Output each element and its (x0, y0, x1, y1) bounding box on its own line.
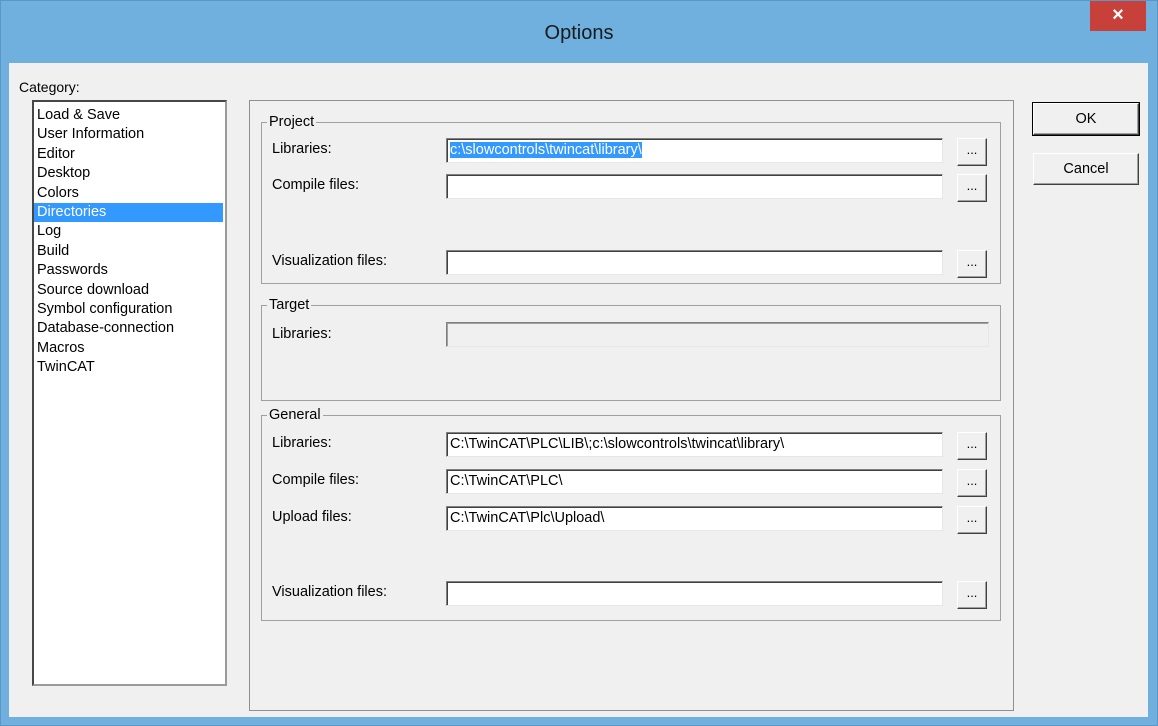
target-legend: Target (269, 297, 310, 313)
general-visualization-label: Visualization files: (272, 584, 387, 600)
target-libraries-input (446, 322, 989, 347)
category-item-twincat[interactable]: TwinCAT (34, 358, 223, 377)
project-libraries-value: c:\slowcontrols\twincat\library\ (450, 142, 642, 158)
category-label: Category: (19, 79, 80, 95)
general-legend: General (269, 407, 321, 423)
ok-button[interactable]: OK (1032, 102, 1140, 136)
project-compile-label: Compile files: (272, 177, 360, 193)
project-libraries-browse-button[interactable]: ... (957, 138, 987, 166)
target-group: Target (261, 297, 1001, 401)
category-item-symbol-configuration[interactable]: Symbol configuration (34, 300, 223, 319)
options-dialog: Options × Category: Load & Save User Inf… (0, 0, 1158, 726)
category-item-source-download[interactable]: Source download (34, 281, 223, 300)
general-libraries-input[interactable]: C:\TwinCAT\PLC\LIB\;c:\slowcontrols\twin… (446, 432, 943, 457)
close-icon[interactable]: × (1090, 1, 1146, 31)
project-libraries-label: Libraries: (272, 141, 332, 157)
directories-panel: Project Libraries: c:\slowcontrols\twinc… (249, 100, 1014, 711)
dialog-title: Options (544, 22, 614, 44)
category-item-passwords[interactable]: Passwords (34, 261, 223, 280)
general-compile-browse-button[interactable]: ... (957, 469, 987, 497)
dialog-client-area: Category: Load & Save User Information E… (9, 63, 1148, 717)
category-item-load-save[interactable]: Load & Save (34, 106, 223, 125)
general-libraries-label: Libraries: (272, 435, 332, 451)
general-upload-input[interactable]: C:\TwinCAT\Plc\Upload\ (446, 506, 943, 531)
general-upload-browse-button[interactable]: ... (957, 506, 987, 534)
category-item-database-connection[interactable]: Database-connection (34, 319, 223, 338)
project-visualization-browse-button[interactable]: ... (957, 250, 987, 278)
target-libraries-label: Libraries: (272, 326, 332, 342)
project-libraries-input[interactable]: c:\slowcontrols\twincat\library\ (446, 138, 943, 163)
general-libraries-browse-button[interactable]: ... (957, 432, 987, 460)
category-item-macros[interactable]: Macros (34, 339, 223, 358)
category-item-editor[interactable]: Editor (34, 145, 223, 164)
category-item-log[interactable]: Log (34, 222, 223, 241)
category-item-desktop[interactable]: Desktop (34, 164, 223, 183)
general-compile-input[interactable]: C:\TwinCAT\PLC\ (446, 469, 943, 494)
title-bar[interactable]: Options × (1, 1, 1157, 63)
project-compile-input[interactable] (446, 174, 943, 199)
general-compile-label: Compile files: (272, 472, 360, 488)
project-legend: Project (269, 114, 315, 130)
category-item-directories[interactable]: Directories (34, 202, 223, 223)
project-visualization-label: Visualization files: (272, 253, 387, 269)
general-upload-label: Upload files: (272, 509, 352, 525)
category-item-colors[interactable]: Colors (34, 184, 223, 203)
project-visualization-input[interactable] (446, 250, 943, 275)
category-item-user-information[interactable]: User Information (34, 125, 223, 144)
general-visualization-browse-button[interactable]: ... (957, 581, 987, 609)
category-list[interactable]: Load & Save User Information Editor Desk… (32, 100, 227, 686)
project-compile-browse-button[interactable]: ... (957, 174, 987, 202)
cancel-button[interactable]: Cancel (1033, 153, 1139, 185)
general-visualization-input[interactable] (446, 581, 943, 606)
category-item-build[interactable]: Build (34, 242, 223, 261)
